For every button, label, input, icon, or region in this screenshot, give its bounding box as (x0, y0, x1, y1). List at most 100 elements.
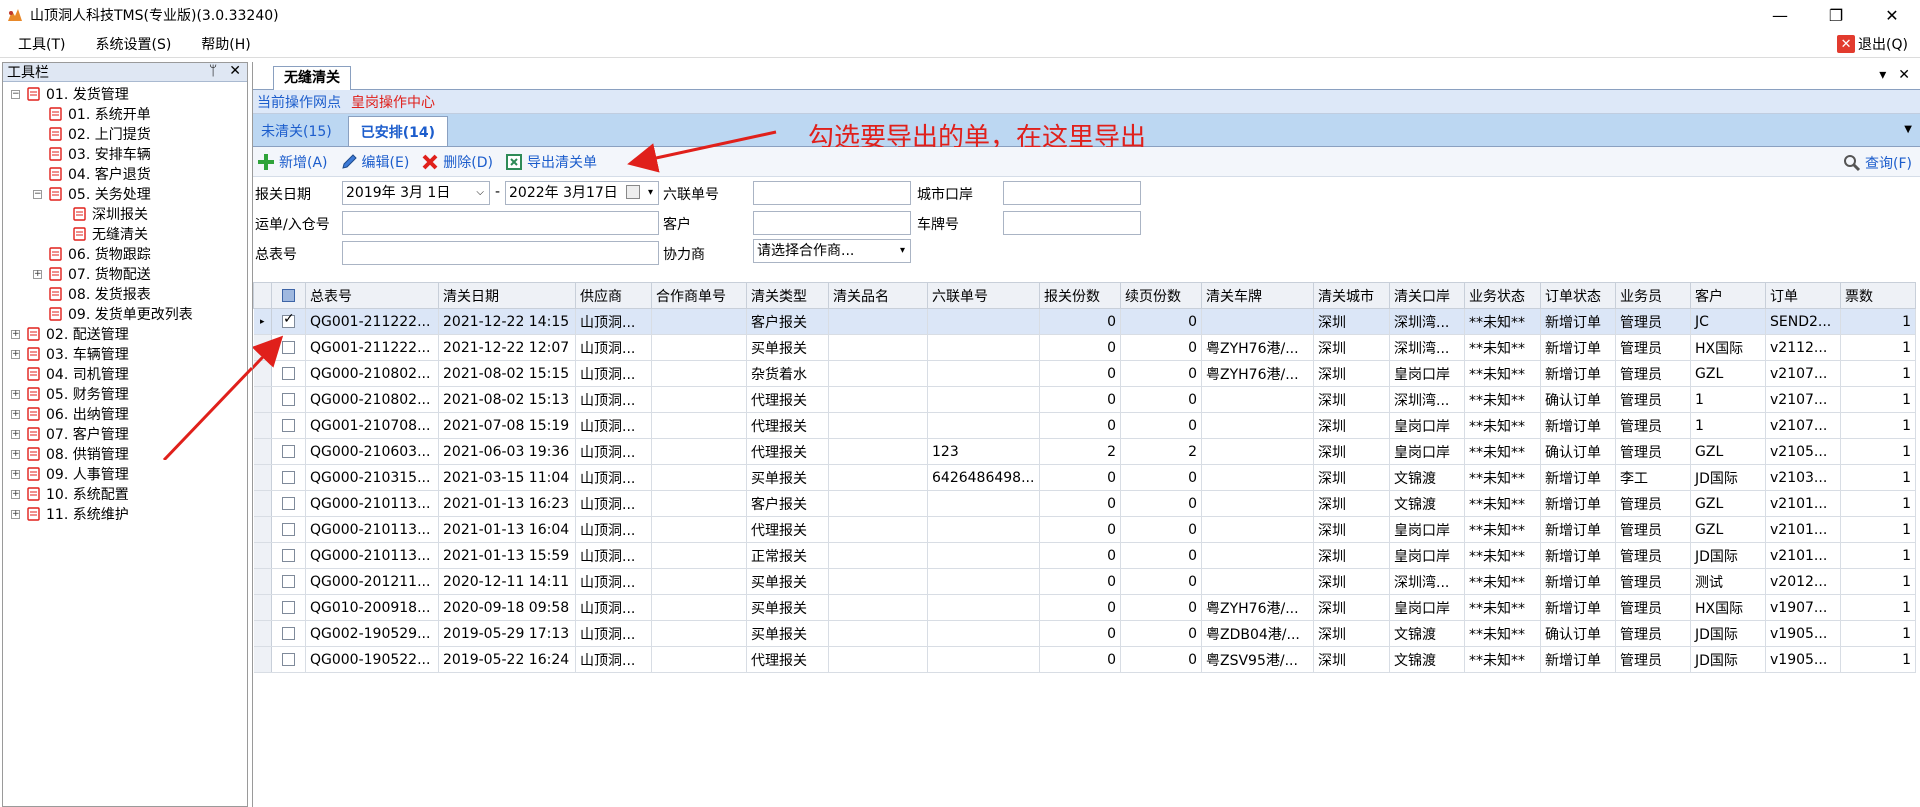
row-checkbox[interactable] (282, 653, 295, 666)
table-row[interactable]: QG000-210113... 2021-01-13 16:23 山顶洞... 客户报… (253, 490, 1916, 517)
column-header[interactable]: 清关日期 (438, 282, 576, 309)
row-select-cell[interactable] (271, 308, 306, 335)
waybill-input[interactable] (342, 211, 659, 235)
plate-number-input[interactable] (1003, 211, 1141, 235)
row-select-cell[interactable] (271, 646, 306, 673)
row-checkbox[interactable] (282, 445, 295, 458)
column-header[interactable]: 业务员 (1615, 282, 1691, 309)
column-header[interactable]: 总表号 (305, 282, 439, 309)
row-checkbox[interactable] (282, 549, 295, 562)
row-select-cell[interactable] (271, 542, 306, 569)
delete-button[interactable]: 删除(D) (421, 152, 493, 172)
table-row[interactable]: QG001-210708... 2021-07-08 15:19 山顶洞... 代理报… (253, 412, 1916, 439)
column-header[interactable]: 合作商单号 (651, 282, 747, 309)
exit-button[interactable]: ✕ 退出(Q) (1837, 34, 1908, 54)
table-row[interactable]: QG010-200918... 2020-09-18 09:58 山顶洞... 买单报… (253, 594, 1916, 621)
table-cell: 0 (1039, 360, 1121, 387)
row-checkbox[interactable] (282, 341, 295, 354)
tab-seamless-clearance[interactable]: 无缝清关 (273, 66, 351, 90)
edit-button[interactable]: 编辑(E) (340, 152, 409, 172)
expand-icon[interactable]: + (11, 489, 20, 499)
column-header[interactable]: 业务状态 (1464, 282, 1541, 309)
expand-icon[interactable]: + (11, 509, 20, 519)
row-checkbox[interactable] (282, 627, 295, 640)
master-number-input[interactable] (342, 241, 659, 265)
tab-list-dropdown-icon[interactable]: ▾ (1879, 67, 1886, 83)
table-row[interactable]: QG000-210802... 2021-08-02 15:13 山顶洞... 代理报… (253, 386, 1916, 413)
subtabs-more-icon[interactable]: ▼ (1904, 124, 1912, 135)
row-select-cell[interactable] (271, 438, 306, 465)
restore-button[interactable]: ❐ (1808, 0, 1864, 30)
row-select-cell[interactable] (271, 516, 306, 543)
row-select-cell[interactable] (271, 620, 306, 647)
table-row[interactable]: QG002-190529... 2019-05-29 17:13 山顶洞... 买单报… (253, 620, 1916, 647)
row-checkbox[interactable] (282, 419, 295, 432)
row-select-cell[interactable] (271, 594, 306, 621)
table-cell: 2021-07-08 15:19 (438, 412, 576, 439)
table-row[interactable]: QG000-210113... 2021-01-13 15:59 山顶洞... 正常报… (253, 542, 1916, 569)
table-row[interactable]: QG000-210113... 2021-01-13 16:04 山顶洞... 代理报… (253, 516, 1916, 543)
row-checkbox[interactable] (282, 393, 295, 406)
city-port-input[interactable] (1003, 181, 1141, 205)
table-cell: 深圳 (1313, 464, 1390, 491)
table-cell: JD国际 (1690, 646, 1766, 673)
expand-icon[interactable]: + (11, 469, 20, 479)
customer-input[interactable] (753, 211, 911, 235)
table-row[interactable]: ▸QG001-211222...2021-12-22 14:15山顶洞...客户… (253, 308, 1916, 335)
column-header[interactable]: 六联单号 (927, 282, 1040, 309)
column-header[interactable]: 供应商 (575, 282, 652, 309)
add-button[interactable]: 新增(A) (257, 152, 328, 172)
row-select-cell[interactable] (271, 412, 306, 439)
date-from-picker[interactable]: 2019年 3月 1日 ⌵ (342, 181, 490, 205)
column-header[interactable]: 票数 (1840, 282, 1916, 309)
column-header[interactable]: 清关口岸 (1389, 282, 1465, 309)
partner-label: 协力商 (663, 247, 705, 263)
row-select-cell[interactable] (271, 464, 306, 491)
column-header[interactable]: 续页份数 (1120, 282, 1202, 309)
column-header[interactable]: 清关品名 (828, 282, 928, 309)
row-checkbox[interactable] (282, 311, 295, 328)
column-header[interactable]: 清关车牌 (1201, 282, 1314, 309)
row-checkbox[interactable] (282, 601, 295, 614)
tree-node[interactable]: +10. 系统配置 (3, 484, 247, 504)
row-select-cell[interactable] (271, 386, 306, 413)
query-button[interactable]: 查询(F) (1843, 153, 1912, 173)
row-checkbox[interactable] (282, 367, 295, 380)
table-row[interactable]: QG000-210603... 2021-06-03 19:36 山顶洞... 代理报… (253, 438, 1916, 465)
table-cell (927, 490, 1040, 517)
six-form-number-input[interactable] (753, 181, 911, 205)
column-header[interactable]: 订单 (1765, 282, 1841, 309)
minimize-button[interactable]: — (1752, 0, 1808, 30)
close-window-button[interactable]: ✕ (1864, 0, 1920, 30)
table-cell (651, 386, 747, 413)
tab-pending-clearance[interactable]: 未清关(15) (253, 116, 340, 146)
table-cell: 粤ZDB04港/... (1201, 620, 1314, 647)
table-row[interactable]: QG001-211222... 2021-12-22 12:07 山顶洞... 买单报… (253, 334, 1916, 361)
date-to-picker[interactable]: 2022年 3月17日 ▾ (505, 181, 659, 205)
tree-node[interactable]: +11. 系统维护 (3, 504, 247, 524)
column-header[interactable]: 客户 (1690, 282, 1766, 309)
select-all-header[interactable] (271, 282, 306, 309)
row-select-cell[interactable] (271, 568, 306, 595)
row-select-cell[interactable] (271, 490, 306, 517)
column-header[interactable]: 订单状态 (1540, 282, 1616, 309)
row-checkbox[interactable] (282, 523, 295, 536)
tree-node[interactable]: +09. 人事管理 (3, 464, 247, 484)
table-row[interactable]: QG000-190522... 2019-05-22 16:24 山顶洞... 代理报… (253, 646, 1916, 673)
select-all-checkbox[interactable] (282, 289, 295, 302)
table-row[interactable]: QG000-201211... 2020-12-11 14:11 山顶洞... 买单报… (253, 568, 1916, 595)
row-checkbox[interactable] (282, 471, 295, 484)
partner-select[interactable]: 请选择合作商... ▾ (753, 239, 911, 263)
tab-arranged[interactable]: 已安排(14) (347, 116, 449, 146)
column-header[interactable]: 清关类型 (746, 282, 829, 309)
row-checkbox[interactable] (282, 575, 295, 588)
row-select-cell[interactable] (271, 334, 306, 361)
table-row[interactable]: QG000-210802... 2021-08-02 15:15 山顶洞... 杂货着… (253, 360, 1916, 387)
column-header[interactable]: 报关份数 (1039, 282, 1121, 309)
row-checkbox[interactable] (282, 497, 295, 510)
export-clearance-button[interactable]: 导出清关单 (505, 152, 597, 172)
tab-close-icon[interactable]: ✕ (1898, 67, 1910, 83)
column-header[interactable]: 清关城市 (1313, 282, 1390, 309)
row-select-cell[interactable] (271, 360, 306, 387)
table-row[interactable]: QG000-210315... 2021-03-15 11:04 山顶洞... 买单报… (253, 464, 1916, 491)
